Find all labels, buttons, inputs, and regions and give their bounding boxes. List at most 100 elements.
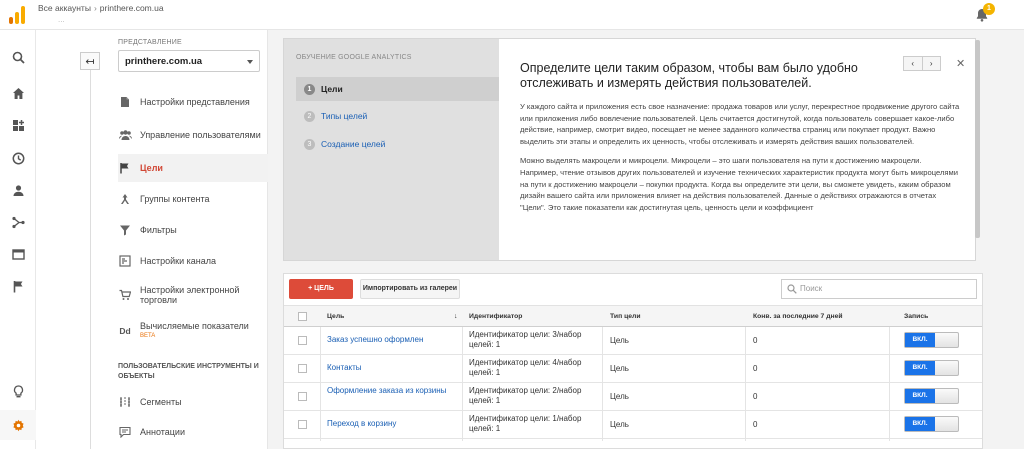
- goal-name-link[interactable]: Переход в корзину: [327, 419, 457, 429]
- nav-item-label: Настройки представления: [140, 97, 250, 107]
- content-groups-icon: [121, 194, 129, 204]
- rail-search[interactable]: [0, 42, 36, 72]
- chevron-left-icon[interactable]: ‹: [904, 57, 923, 70]
- flag-icon: [13, 280, 22, 292]
- col-name[interactable]: Цель: [327, 313, 344, 320]
- nav-item-label: Управление пользователями: [140, 130, 261, 140]
- goal-type: Цель: [610, 336, 629, 345]
- goal-name-link[interactable]: Контакты: [327, 363, 457, 373]
- goal-conversions: 0: [753, 392, 758, 401]
- col-record[interactable]: Запись: [904, 313, 928, 320]
- nav-item-annotations[interactable]: Аннотации: [118, 423, 268, 441]
- chevron-right-icon[interactable]: ›: [923, 57, 941, 70]
- arrow-left-icon: ↤: [85, 55, 95, 68]
- col-conv[interactable]: Конв. за последние 7 дней: [753, 313, 843, 320]
- learning-title: ОБУЧЕНИЕ GOOGLE ANALYTICS: [296, 54, 412, 61]
- rail-admin[interactable]: [0, 410, 36, 440]
- step-goal-types[interactable]: 2 Типы целей: [296, 104, 499, 128]
- import-gallery-button[interactable]: Импортировать из галереи: [360, 279, 460, 299]
- select-all-checkbox[interactable]: [298, 312, 307, 321]
- nav-item-label: Вычисляемые показатели: [140, 321, 249, 331]
- breadcrumb-root[interactable]: Все аккаунты: [38, 3, 91, 13]
- row-checkbox[interactable]: [298, 336, 307, 345]
- rail-customization[interactable]: [0, 110, 36, 140]
- step-goals[interactable]: 1 Цели: [296, 77, 499, 101]
- nav-item-segments[interactable]: Сегменты: [118, 393, 268, 411]
- goal-id: Идентификатор цели: 2/набор целей: 1: [469, 386, 582, 405]
- step-create-goals[interactable]: 3 Создание целей: [296, 132, 499, 156]
- search-placeholder: Поиск: [800, 284, 823, 293]
- nav-item-label: Настройки электронной торговли: [140, 285, 240, 305]
- cart-icon: [119, 289, 131, 300]
- step-number: 2: [304, 110, 315, 122]
- caret-down-icon: [247, 60, 253, 64]
- breadcrumb-account[interactable]: printhere.com.ua: [100, 3, 164, 13]
- rail-discover[interactable]: [0, 376, 36, 406]
- learning-heading: Определите цели таким образом, чтобы вам…: [520, 61, 858, 90]
- rail-home[interactable]: [0, 78, 36, 108]
- goal-conversions: 0: [753, 420, 758, 429]
- lightbulb-icon: [13, 384, 23, 397]
- learning-paragraph: Можно выделять макроцели и микроцели. Ми…: [520, 156, 958, 212]
- goal-name-link[interactable]: Оформление заказа из корзины: [327, 386, 457, 396]
- browser-icon: [11, 248, 25, 260]
- document-icon: [121, 97, 129, 107]
- toggle-label: ВКЛ.: [905, 417, 935, 431]
- learning-paragraph: У каждого сайта и приложения есть свое н…: [520, 102, 960, 146]
- nav-item-channel-settings[interactable]: Настройки канала: [118, 252, 268, 270]
- table-row: Контакты Идентификатор цели: 4/набор цел…: [284, 355, 982, 383]
- nav-item-label: Настройки канала: [140, 256, 217, 266]
- goal-id: Идентификатор цели: 3/набор целей: 1: [469, 330, 582, 349]
- nav-item-label: Сегменты: [140, 397, 182, 407]
- row-checkbox[interactable]: [298, 392, 307, 401]
- analytics-logo-icon[interactable]: [9, 6, 25, 24]
- clock-icon: [12, 152, 24, 164]
- row-checkbox[interactable]: [298, 364, 307, 373]
- nav-item-goals[interactable]: Цели: [118, 154, 268, 182]
- nav-item-content-groups[interactable]: Группы контента: [118, 190, 268, 208]
- goal-toggle[interactable]: ВКЛ.: [904, 388, 959, 404]
- rail-realtime[interactable]: [0, 143, 36, 173]
- view-select[interactable]: printhere.com.ua: [118, 50, 260, 72]
- search-icon: [787, 284, 797, 294]
- channel-settings-icon: [119, 255, 131, 267]
- users-icon: [118, 130, 132, 140]
- nav-item-label: Группы контента: [140, 194, 210, 204]
- close-icon[interactable]: ✕: [956, 57, 965, 70]
- sort-down-icon[interactable]: ↓: [454, 313, 458, 320]
- breadcrumb-sub: ...: [58, 15, 65, 24]
- step-number: 1: [304, 83, 315, 95]
- back-button[interactable]: ↤: [80, 52, 100, 70]
- goal-toggle[interactable]: ВКЛ.: [904, 360, 959, 376]
- segments-icon: [120, 397, 130, 407]
- row-checkbox[interactable]: [298, 420, 307, 429]
- step-label: Создание целей: [321, 139, 386, 149]
- goal-id: Идентификатор цели: 1/набор целей: 1: [469, 414, 582, 433]
- goal-toggle[interactable]: ВКЛ.: [904, 332, 959, 348]
- search-icon: [12, 51, 25, 64]
- toggle-label: ВКЛ.: [905, 333, 935, 347]
- learning-panel: ОБУЧЕНИЕ GOOGLE ANALYTICS 1 Цели 2 Типы …: [283, 38, 976, 261]
- top-bar: Все аккаунты › printhere.com.ua ... 1: [0, 0, 1024, 30]
- rail-audience[interactable]: [0, 175, 36, 205]
- goal-toggle[interactable]: ВКЛ.: [904, 416, 959, 432]
- annotation-icon: [119, 426, 131, 438]
- learning-body: У каждого сайта и приложения есть свое н…: [520, 101, 960, 221]
- col-type[interactable]: Тип цели: [610, 313, 641, 320]
- nav-item-ecommerce-settings[interactable]: Настройки электронной торговли: [118, 282, 268, 308]
- goal-name-link[interactable]: Заказ успешно оформлен: [327, 335, 457, 345]
- nav-item-filters[interactable]: Фильтры: [118, 221, 268, 239]
- search-input[interactable]: Поиск: [781, 279, 977, 299]
- nav-item-view-settings[interactable]: Настройки представления: [118, 93, 268, 111]
- rail-conversions[interactable]: [0, 271, 36, 301]
- step-label: Цели: [321, 84, 343, 94]
- nav-item-calculated-metrics[interactable]: Dd Вычисляемые показатели BETA: [118, 319, 268, 343]
- admin-nav: ↤ ПРЕДСТАВЛЕНИЕ printhere.com.ua Настрой…: [36, 30, 268, 449]
- rail-acquisition[interactable]: [0, 207, 36, 237]
- add-goal-button[interactable]: + ЦЕЛЬ: [289, 279, 353, 299]
- learning-scrollbar[interactable]: [975, 40, 980, 238]
- col-id[interactable]: Идентификатор: [469, 313, 522, 320]
- rail-behavior[interactable]: [0, 239, 36, 269]
- nav-item-user-management[interactable]: Управление пользователями: [118, 122, 268, 148]
- table-row: Заказ успешно оформлен Идентификатор цел…: [284, 327, 982, 355]
